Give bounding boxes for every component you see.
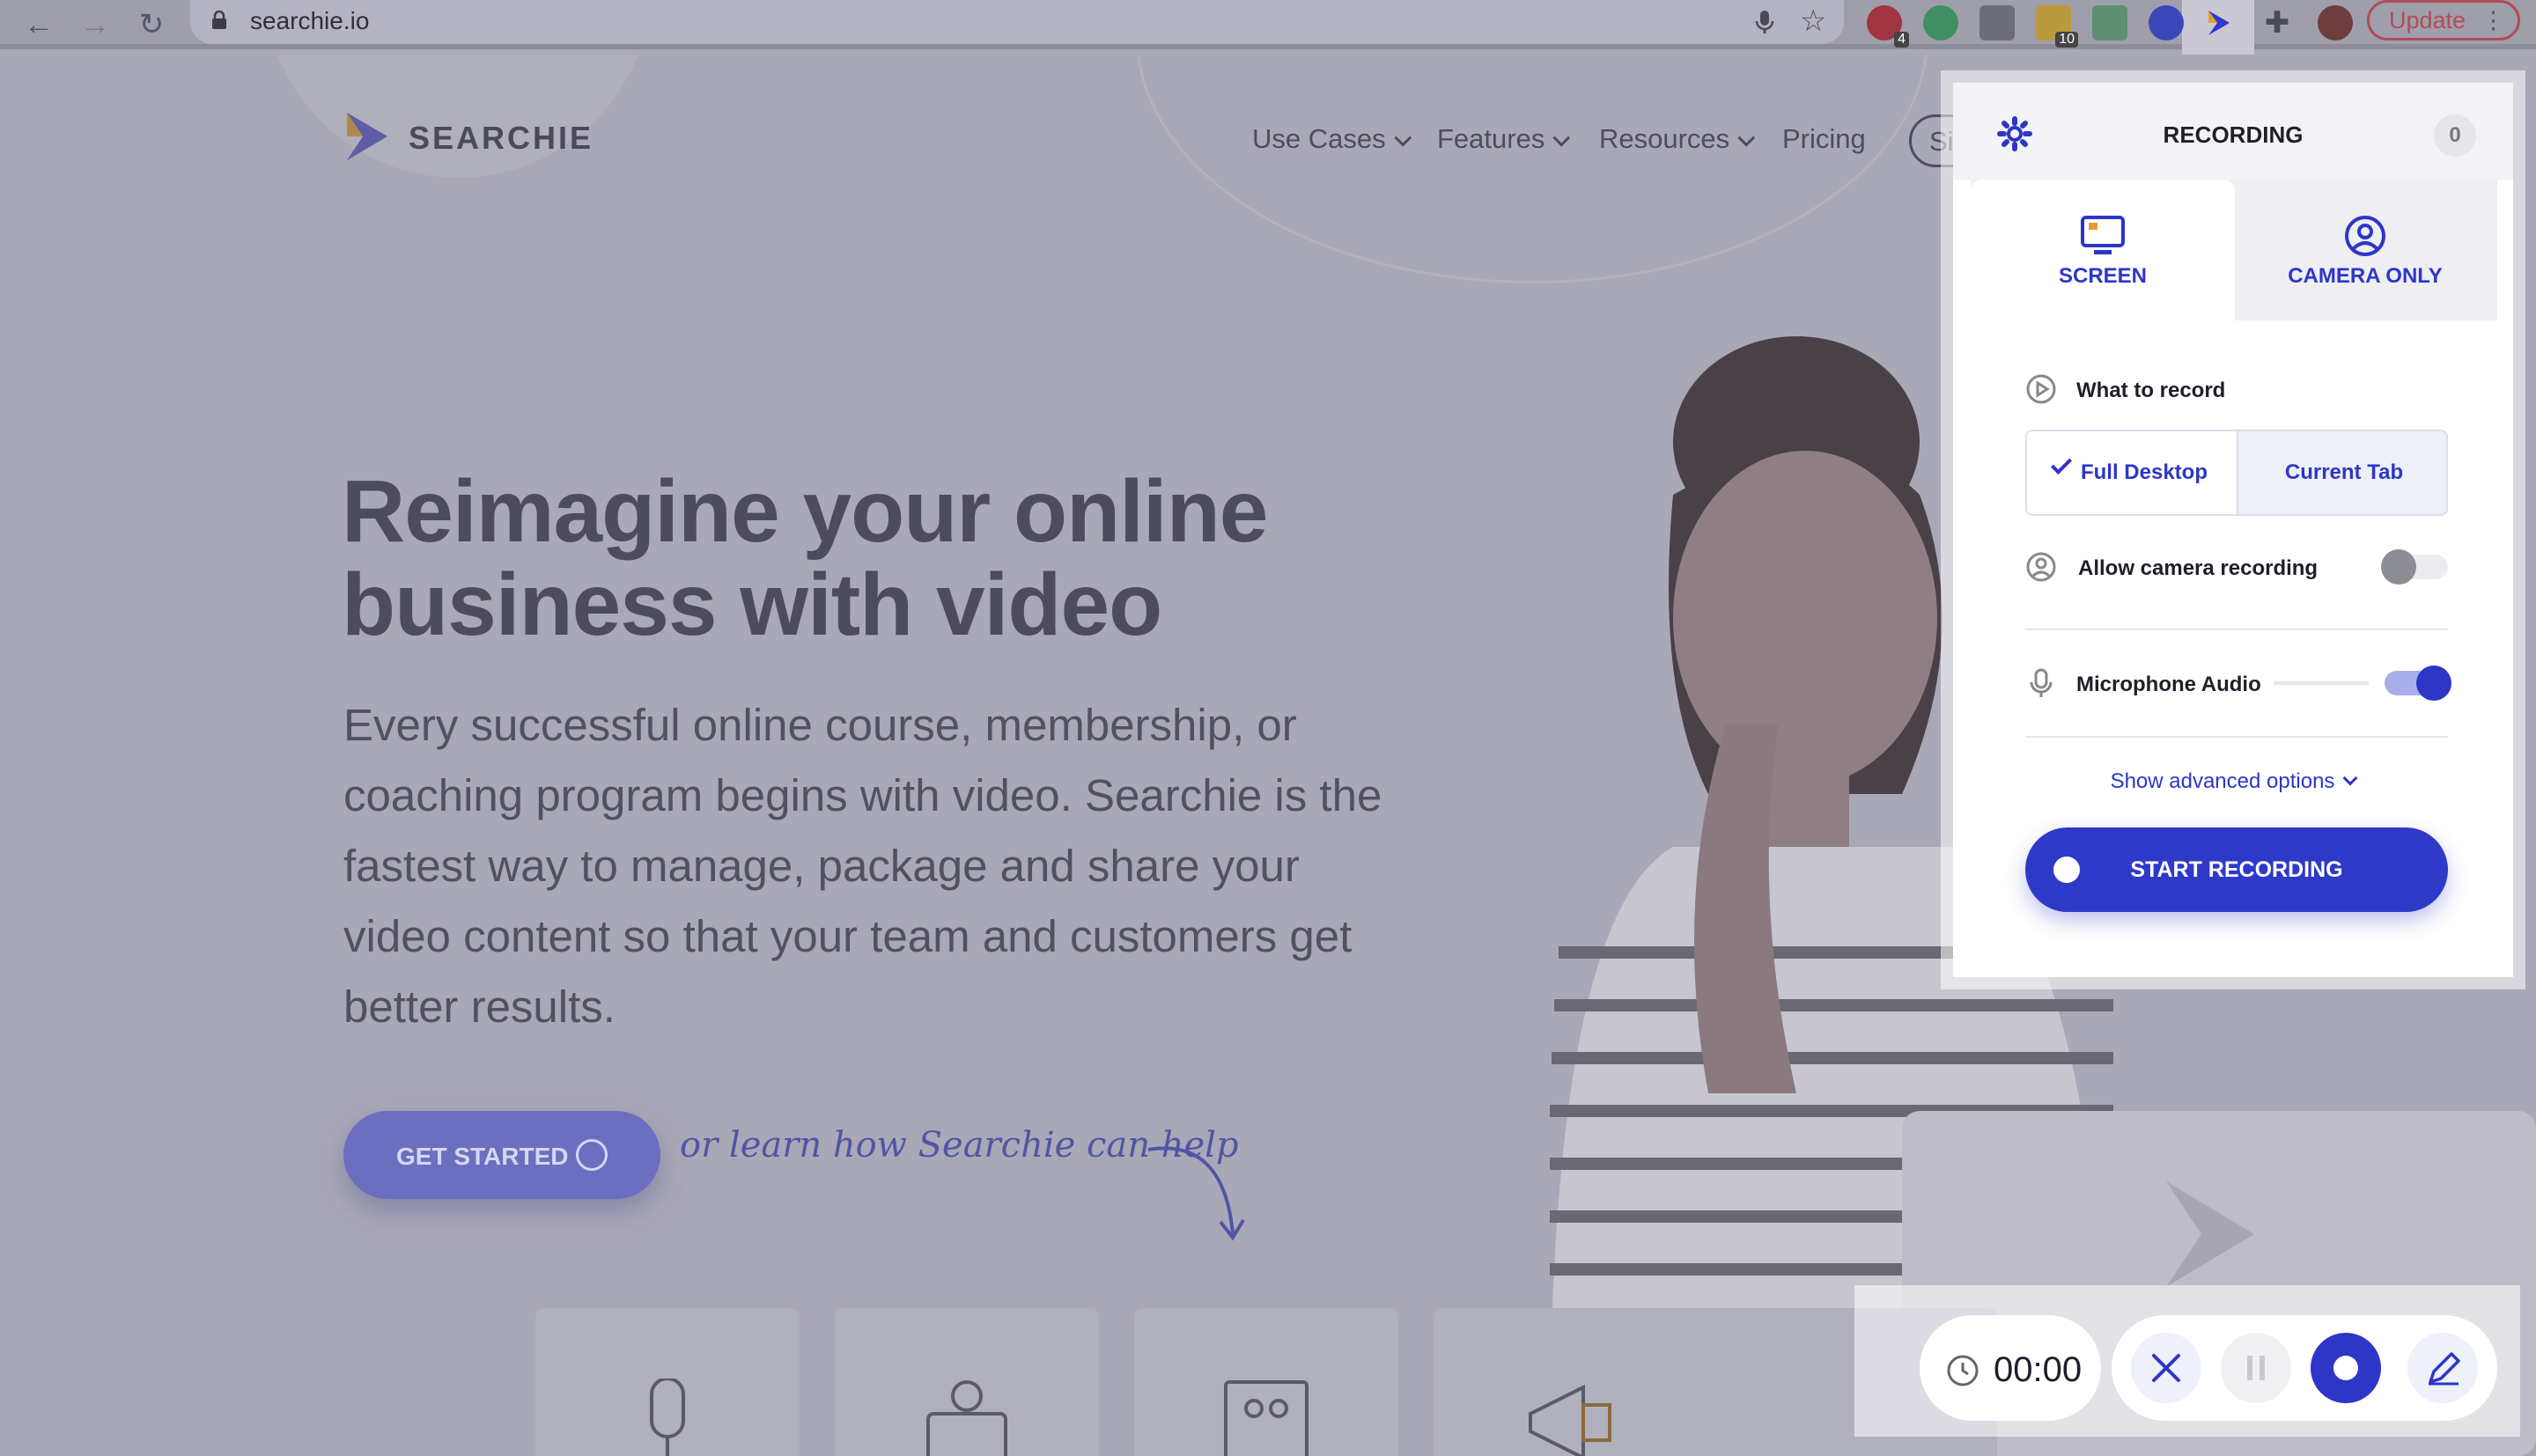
camera-toggle[interactable] <box>2381 549 2448 585</box>
microphone-label: Microphone Audio <box>2076 673 2261 696</box>
extension-blue-icon[interactable] <box>2149 5 2184 40</box>
popup-header: RECORDING 0 <box>1953 83 2513 180</box>
microphone-icon <box>2030 668 2053 697</box>
menu-dots-icon[interactable]: ⋮ <box>2481 3 2505 38</box>
searchie-extension-icon[interactable] <box>2201 5 2237 40</box>
clock-icon <box>1947 1355 1979 1386</box>
nav-resources[interactable]: Resources <box>1599 123 1756 155</box>
url-text: searchie.io <box>250 7 370 34</box>
record-icon[interactable] <box>2311 1333 2381 1403</box>
nav-use-cases[interactable]: Use Cases <box>1252 123 1412 155</box>
play-circle-icon <box>2026 374 2056 404</box>
nav-label: Pricing <box>1782 123 1866 154</box>
logo-mark-icon <box>347 113 387 160</box>
update-label: Update <box>2389 7 2466 33</box>
tab-label: SCREEN <box>2058 264 2148 288</box>
arrow-circle-icon <box>576 1139 608 1171</box>
nav-label: Resources <box>1599 123 1730 154</box>
curved-arrow-icon <box>1147 1146 1245 1241</box>
toggle-knob <box>2416 665 2451 701</box>
option-label: Full Desktop <box>2080 460 2208 484</box>
user-circle-icon <box>2345 216 2385 256</box>
control-buttons <box>2112 1315 2497 1421</box>
bookmark-star-icon[interactable]: ☆ <box>1800 5 1826 37</box>
divider <box>2025 629 2448 630</box>
timer-text: 00:00 <box>1994 1350 2083 1389</box>
browser-toolbar: ← → ↻ searchie.io ☆ 4 10 ✚ Update ⋮ <box>0 0 2536 69</box>
feature-card[interactable] <box>535 1308 800 1456</box>
monitor-icon <box>2081 216 2125 254</box>
address-bar[interactable]: searchie.io ☆ <box>190 0 1844 44</box>
feature-card[interactable] <box>835 1308 1099 1456</box>
brand-name: SEARCHIE <box>409 120 594 156</box>
allow-camera-label: Allow camera recording <box>2078 556 2319 580</box>
nav-pricing[interactable]: Pricing <box>1782 123 1866 155</box>
start-recording-button[interactable]: START RECORDING <box>2025 827 2448 912</box>
current-tab-option[interactable]: Current Tab <box>2238 431 2446 514</box>
pen-icon[interactable] <box>2407 1333 2478 1403</box>
extension-green-icon[interactable] <box>2092 5 2127 40</box>
record-source-selector: Full Desktop Current Tab <box>2025 430 2448 516</box>
extension-badge: 10 <box>2055 32 2078 48</box>
nav-features[interactable]: Features <box>1437 123 1571 155</box>
extension-grammarly-icon[interactable] <box>1923 5 1958 40</box>
option-label: Current Tab <box>2284 460 2404 484</box>
recording-count-badge: 0 <box>2434 114 2476 157</box>
reload-icon[interactable]: ↻ <box>132 5 171 44</box>
popup-title: RECORDING <box>2163 121 2304 148</box>
tab-label: CAMERA ONLY <box>2288 264 2443 288</box>
update-button[interactable]: Update ⋮ <box>2367 0 2520 40</box>
show-advanced-options-link[interactable]: Show advanced options <box>1953 769 2513 794</box>
extension-yellow-icon[interactable]: 10 <box>2036 5 2078 48</box>
nav-label: Use Cases <box>1252 123 1386 154</box>
recording-control-bar: 00:00 <box>1854 1285 2520 1437</box>
hero-subtitle: Every successful online course, membersh… <box>343 700 1382 1032</box>
forward-icon[interactable]: → <box>76 5 114 44</box>
microphone-toggle[interactable] <box>2385 665 2451 701</box>
extension-red-icon[interactable]: 4 <box>1867 5 1909 48</box>
toggle-knob <box>2381 549 2416 585</box>
camera-user-icon <box>2026 552 2056 582</box>
chevron-down-icon <box>2342 770 2358 786</box>
tab-screen[interactable]: SCREEN <box>1971 180 2235 320</box>
feature-card[interactable] <box>1134 1308 1398 1456</box>
divider <box>2025 736 2448 738</box>
checkmark-icon <box>2050 452 2073 475</box>
advanced-label: Show advanced options <box>2110 769 2335 793</box>
nav-label: Features <box>1437 123 1545 154</box>
lock-icon <box>212 11 226 29</box>
hero-title: Reimagine your online business with vide… <box>342 462 1268 654</box>
extension-s-icon[interactable] <box>1979 5 2015 40</box>
what-to-record-label: What to record <box>2076 379 2226 402</box>
extensions-puzzle-icon[interactable]: ✚ <box>2260 5 2295 40</box>
tab-camera-only[interactable]: CAMERA ONLY <box>2233 180 2497 320</box>
recording-popup: RECORDING 0 SCREEN CAMERA ONLY What to r… <box>1953 83 2513 977</box>
mic-level-meter <box>2274 681 2369 685</box>
mode-tabs: SCREEN CAMERA ONLY <box>1971 180 2497 320</box>
microphone-icon <box>650 1379 685 1456</box>
cta-label: GET STARTED <box>396 1143 569 1170</box>
megaphone-icon <box>1529 1384 1611 1456</box>
record-dot-icon <box>2053 857 2080 883</box>
close-icon[interactable] <box>2131 1333 2201 1403</box>
timer-pill: 00:00 <box>1920 1315 2101 1421</box>
back-icon[interactable]: ← <box>19 5 58 44</box>
start-label: START RECORDING <box>2130 857 2343 882</box>
extension-badge: 4 <box>1894 32 1909 48</box>
get-started-button[interactable]: GET STARTED <box>343 1111 660 1199</box>
team-board-icon <box>1224 1380 1309 1456</box>
presenter-icon <box>926 1380 1007 1456</box>
profile-avatar[interactable] <box>2318 5 2353 40</box>
decorative-circle <box>264 55 652 178</box>
pause-icon[interactable] <box>2221 1333 2291 1403</box>
mic-icon[interactable] <box>1752 9 1777 35</box>
full-desktop-option[interactable]: Full Desktop <box>2027 431 2238 514</box>
